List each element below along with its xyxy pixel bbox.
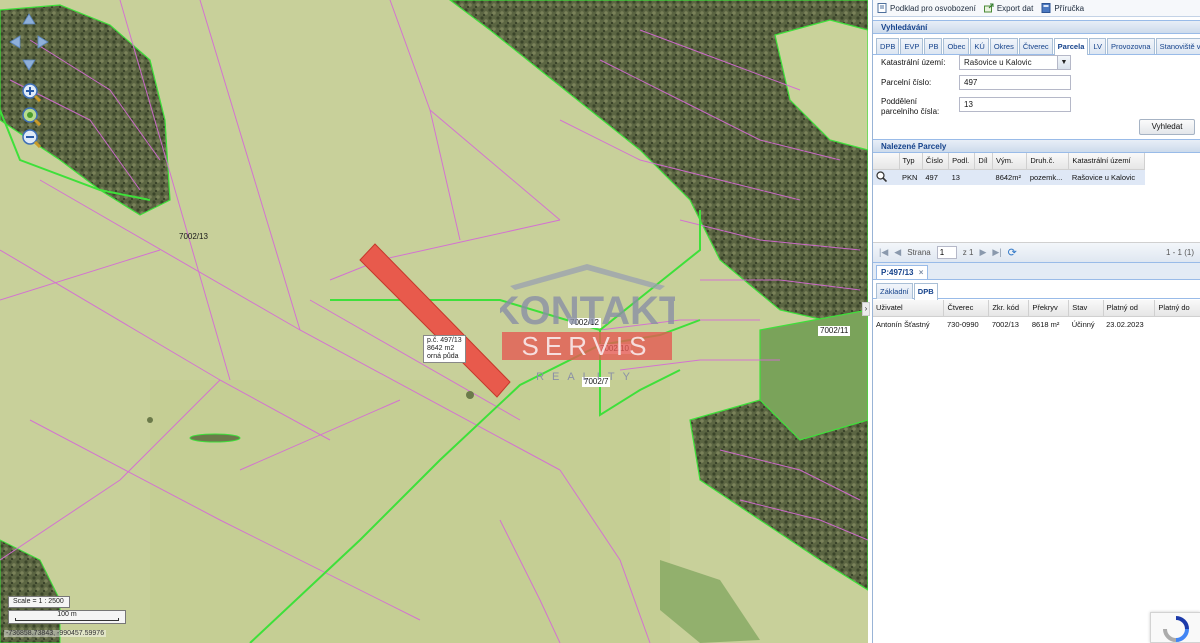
parcel-number-input[interactable]: [959, 75, 1071, 90]
recaptcha-badge[interactable]: [1150, 612, 1200, 643]
parcel-info-popup: p.č. 497/13 8642 m2 orná půda: [423, 335, 466, 363]
prev-page-icon[interactable]: ◀: [894, 247, 901, 258]
page-number-input[interactable]: [936, 246, 957, 259]
cell-typ: PKN: [899, 169, 923, 185]
col-druh[interactable]: Druh.č.: [1026, 153, 1070, 170]
cell-dil: [974, 169, 993, 185]
cadastral-area-select[interactable]: Rašovice u Kalovic ▼: [959, 55, 1071, 70]
col-prekryv[interactable]: Překryv: [1028, 300, 1070, 317]
close-icon[interactable]: ×: [919, 268, 924, 277]
detail-tab-parcel[interactable]: P:497/13 ×: [876, 265, 929, 279]
cell-uzivatel: Antonín Šťastný: [876, 319, 930, 329]
orthophoto-map: [0, 0, 868, 643]
col-podl[interactable]: Podl.: [948, 153, 976, 170]
subdivision-label-1: Poddělení: [881, 97, 918, 106]
col-kod[interactable]: Zkr. kód: [988, 300, 1030, 317]
cadastral-area-value: Rašovice u Kalovic: [964, 58, 1032, 67]
cell-ku: Rašovice u Kalovic: [1068, 169, 1145, 185]
pager-summary: 1 - 1 (1): [1165, 248, 1194, 257]
cadastral-area-label: Katastrální území:: [881, 58, 946, 67]
table-row[interactable]: PKN 497 13 8642m² pozemk... Rašovice u K…: [873, 169, 1145, 185]
col-ctverec[interactable]: Čtverec: [943, 300, 990, 317]
col-dil[interactable]: Díl: [974, 153, 994, 170]
recaptcha-icon: [1163, 616, 1189, 642]
col-uzivatel[interactable]: Uživatel: [873, 300, 945, 317]
map-label-block: 7002/11: [818, 326, 851, 336]
pager-total: z 1: [962, 248, 974, 257]
col-platny-do[interactable]: Platný do: [1154, 300, 1200, 317]
cell-ctverec: 730-0990: [946, 319, 979, 329]
scale-bar: 100 m: [8, 610, 126, 624]
map-label-block: 7002/13: [179, 232, 208, 241]
col-vym[interactable]: Vým.: [992, 153, 1028, 170]
zoom-in-icon[interactable]: [20, 82, 42, 102]
map-label-block: 7002/10: [598, 344, 631, 354]
subdivision-label-2: parcelního čísla:: [881, 107, 940, 116]
cell-kod: 7002/13: [991, 319, 1019, 329]
cell-prekryv: 8618 m²: [1031, 319, 1060, 329]
detail-tab-strip: P:497/13 ×: [873, 263, 1200, 280]
cursor-coordinates: -736858.73843, -990457.59976: [4, 630, 107, 637]
side-panel: Podklad pro osvobození Export dat Příruč…: [872, 0, 1200, 643]
col-ku[interactable]: Katastrální území: [1068, 153, 1145, 170]
scale-ratio: Scale = 1 : 2500: [8, 596, 70, 608]
results-section-header: Nalezené Parcely: [873, 139, 1200, 153]
pager-label: Strana: [907, 248, 931, 257]
last-page-icon[interactable]: ▶|: [992, 247, 1001, 258]
zoom-to-parcel-icon[interactable]: [873, 169, 899, 185]
table-row[interactable]: Antonín Šťastný 730-0990 7002/13 8618 m²…: [873, 316, 1200, 332]
detail-subtabs: Základní DPB: [873, 280, 1200, 300]
refresh-icon[interactable]: ⟳: [1008, 246, 1017, 259]
parcel-search-form: Katastrální území: Rašovice u Kalovic ▼ …: [873, 0, 1200, 135]
parcel-number-label: Parcelní číslo:: [881, 78, 932, 87]
results-pager: |◀ ◀ Strana z 1 ▶ ▶| ⟳ 1 - 1 (1): [873, 243, 1200, 263]
tab-dpb-detail[interactable]: DPB: [913, 283, 938, 300]
cell-vym: 8642m²: [992, 169, 1027, 185]
map-view[interactable]: 7002/13 7002/12 7002/11 7002/7 7002/10 p…: [0, 0, 868, 643]
search-button[interactable]: Vyhledat: [1139, 119, 1195, 135]
map-label-block: 7002/7: [582, 377, 611, 387]
map-label-block: 7002/12: [568, 318, 601, 328]
scale-bar-label: 100 m: [57, 611, 77, 618]
cell-platny-do: [1155, 316, 1200, 332]
pan-arrows-icon[interactable]: [8, 12, 50, 72]
popup-parcel-type: orná půda: [427, 353, 459, 360]
cell-podl: 13: [948, 169, 975, 185]
zoom-out-icon[interactable]: [20, 128, 42, 148]
cell-cislo: 497: [922, 169, 949, 185]
tab-zakladni[interactable]: Základní: [876, 283, 913, 299]
cell-platny-od: 23.02.2023: [1106, 319, 1144, 329]
dpb-table: Uživatel Čtverec Zkr. kód Překryv Stav P…: [873, 300, 1200, 332]
results-grid: Typ Číslo Podl. Díl Vým. Druh.č. Katastr…: [873, 153, 1200, 243]
col-stav[interactable]: Stav: [1068, 300, 1104, 317]
col-cislo[interactable]: Číslo: [922, 153, 950, 170]
detail-tab-label: P:497/13: [881, 268, 914, 277]
chevron-down-icon[interactable]: ▼: [1057, 56, 1070, 69]
col-platny-od[interactable]: Platný od: [1103, 300, 1156, 317]
panel-collapse-icon[interactable]: ›: [862, 302, 870, 316]
zoom-extent-icon[interactable]: [20, 106, 42, 126]
cell-druh: pozemk...: [1026, 169, 1069, 185]
popup-parcel-area: 8642 m2: [427, 345, 455, 352]
subdivision-input[interactable]: [959, 97, 1071, 112]
first-page-icon[interactable]: |◀: [879, 247, 888, 258]
cell-stav: Účinný: [1071, 319, 1095, 329]
next-page-icon[interactable]: ▶: [979, 247, 986, 258]
popup-parcel-number: p.č. 497/13: [427, 337, 462, 344]
col-typ[interactable]: Typ: [899, 153, 923, 170]
